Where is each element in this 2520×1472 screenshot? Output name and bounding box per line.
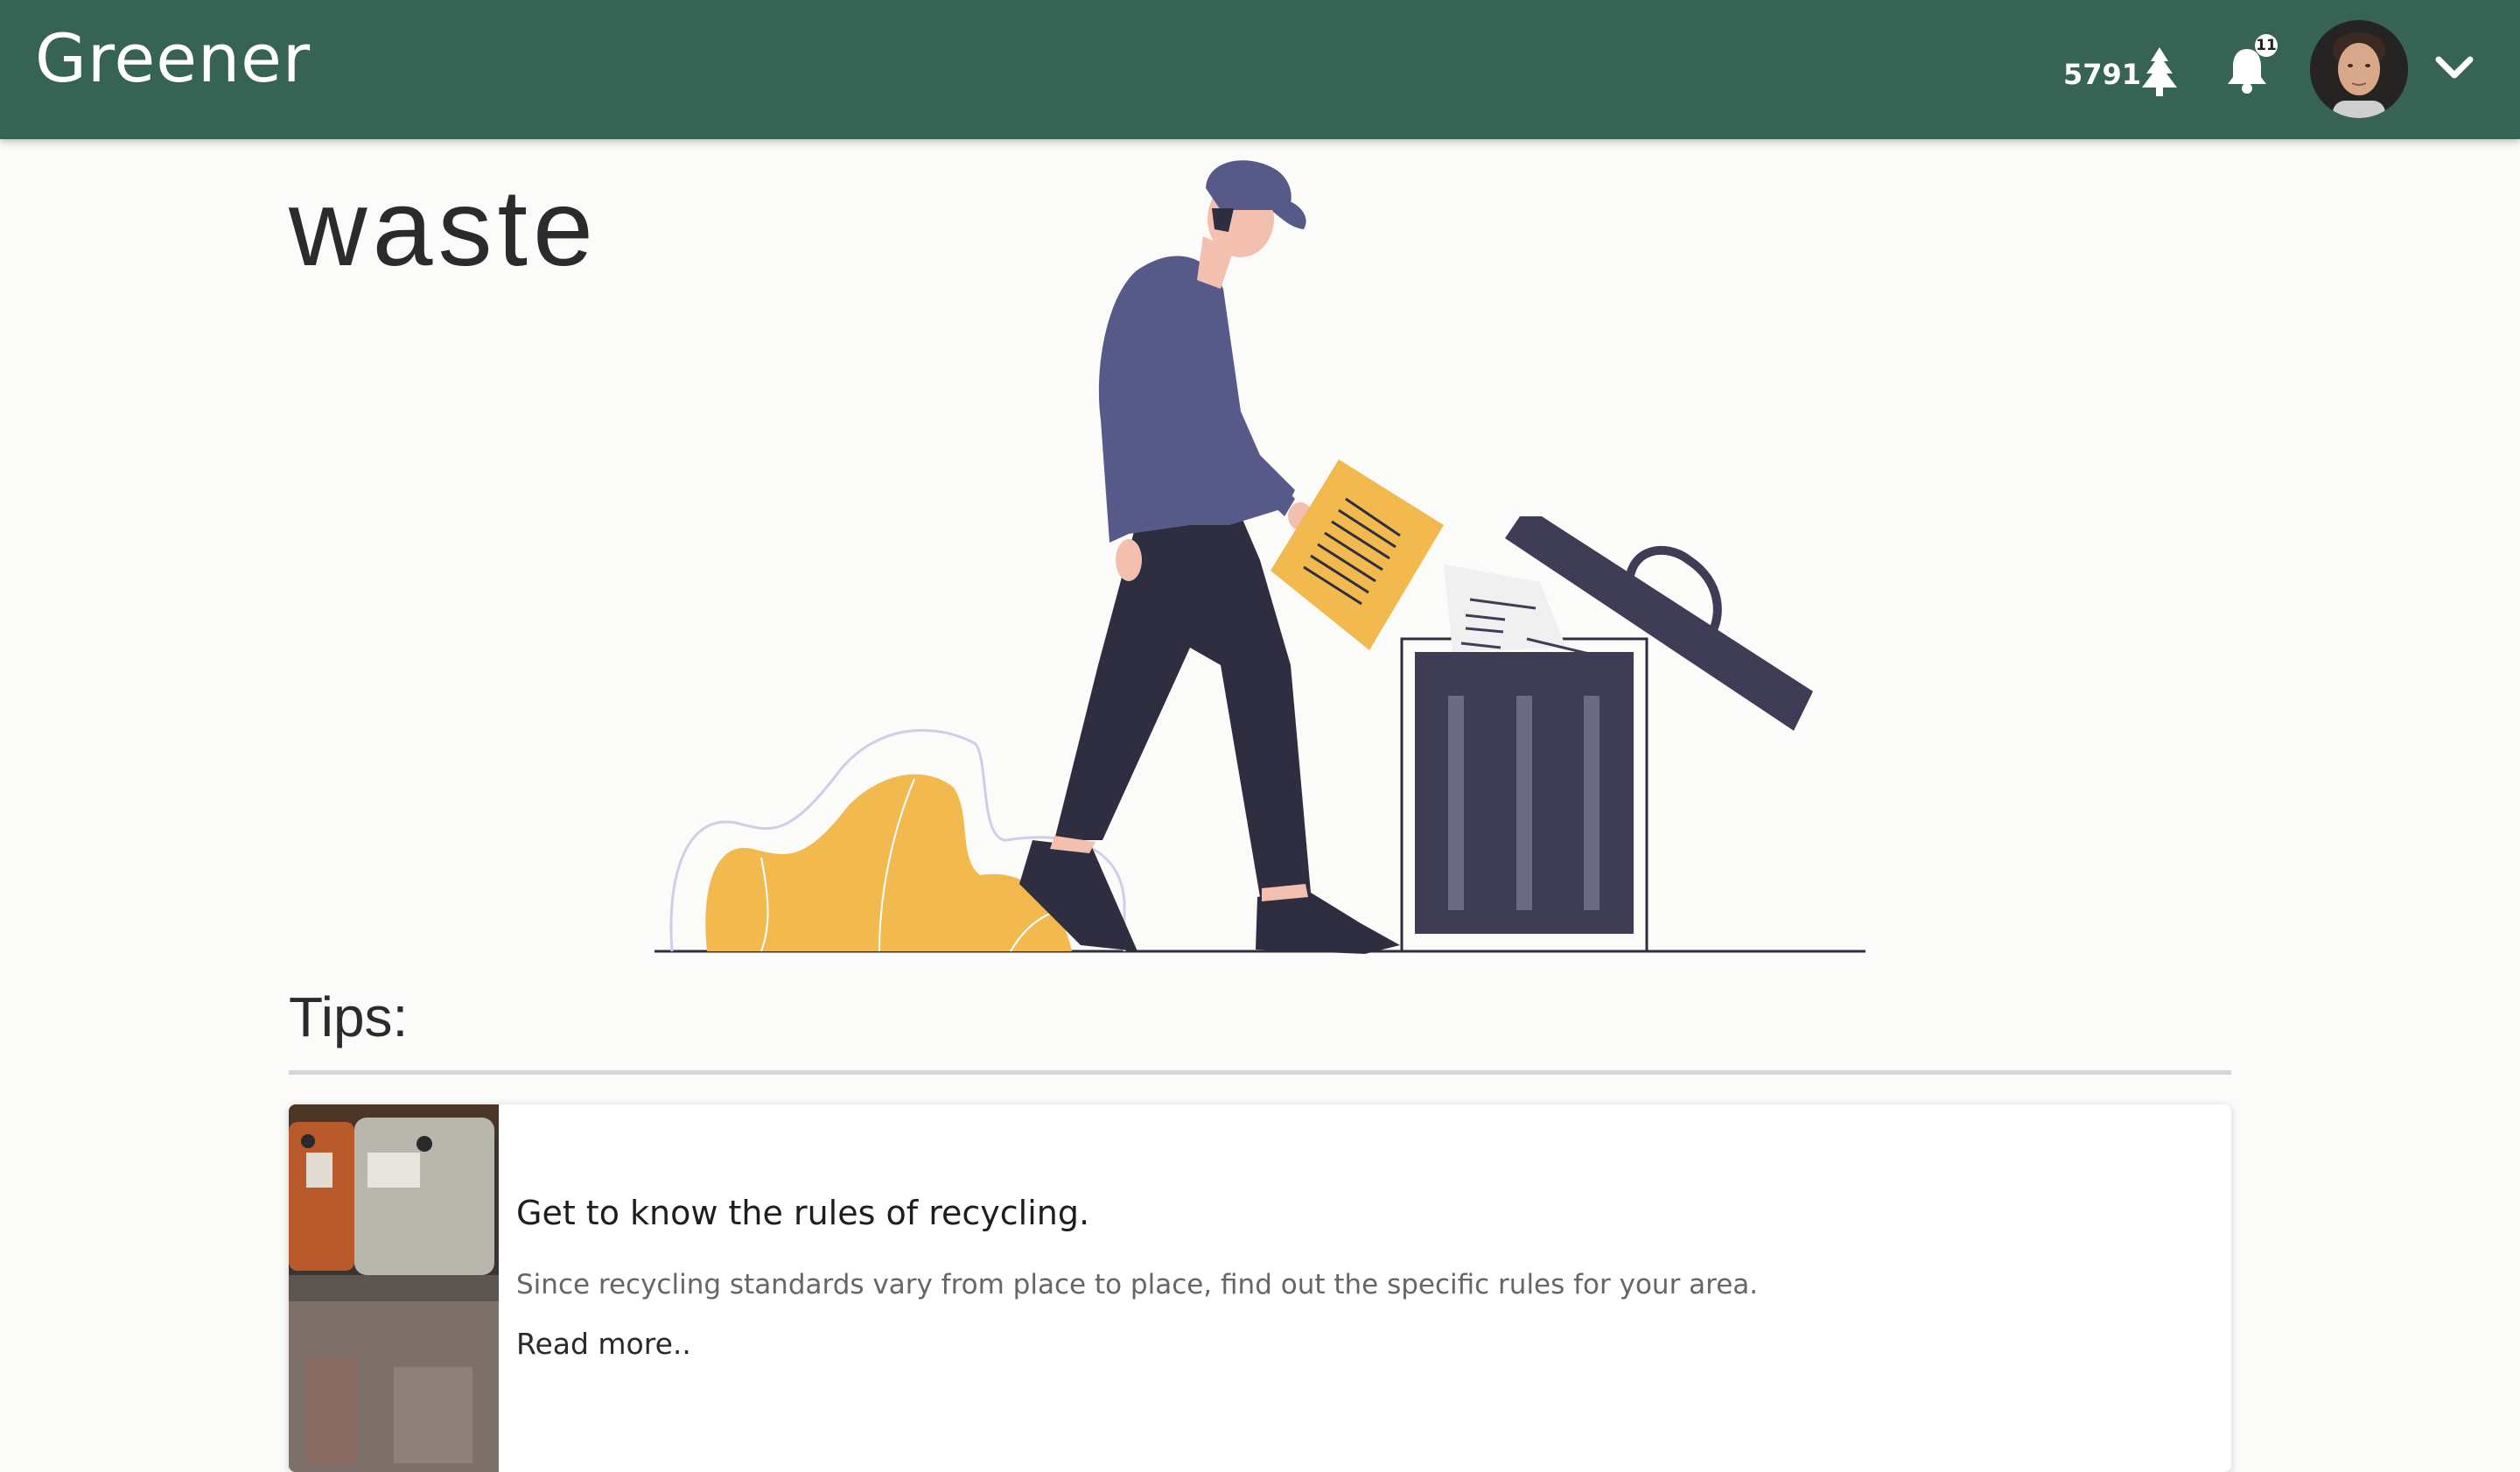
top-navbar: Greener 5791 11 — [0, 0, 2520, 139]
brand-logo[interactable]: Greener — [35, 19, 311, 97]
tip-card[interactable]: Get to know the rules of recycling. Sinc… — [289, 1104, 2231, 1472]
tip-description: Since recycling standards vary from plac… — [516, 1269, 1759, 1300]
avatar-image — [2310, 20, 2408, 118]
waste-illustration — [654, 160, 1866, 954]
notification-badge: 11 — [2255, 34, 2278, 57]
page-title: waste — [289, 168, 598, 289]
points-count: 5791 — [2063, 58, 2142, 91]
tree-icon — [2142, 47, 2177, 96]
tip-title: Get to know the rules of recycling. — [516, 1194, 1090, 1232]
avatar[interactable] — [2310, 20, 2408, 118]
tips-heading: Tips: — [289, 985, 409, 1048]
divider — [289, 1070, 2231, 1075]
chevron-down-icon[interactable] — [2434, 53, 2474, 82]
read-more-link[interactable]: Read more.. — [516, 1327, 691, 1361]
tip-thumbnail — [289, 1104, 499, 1472]
